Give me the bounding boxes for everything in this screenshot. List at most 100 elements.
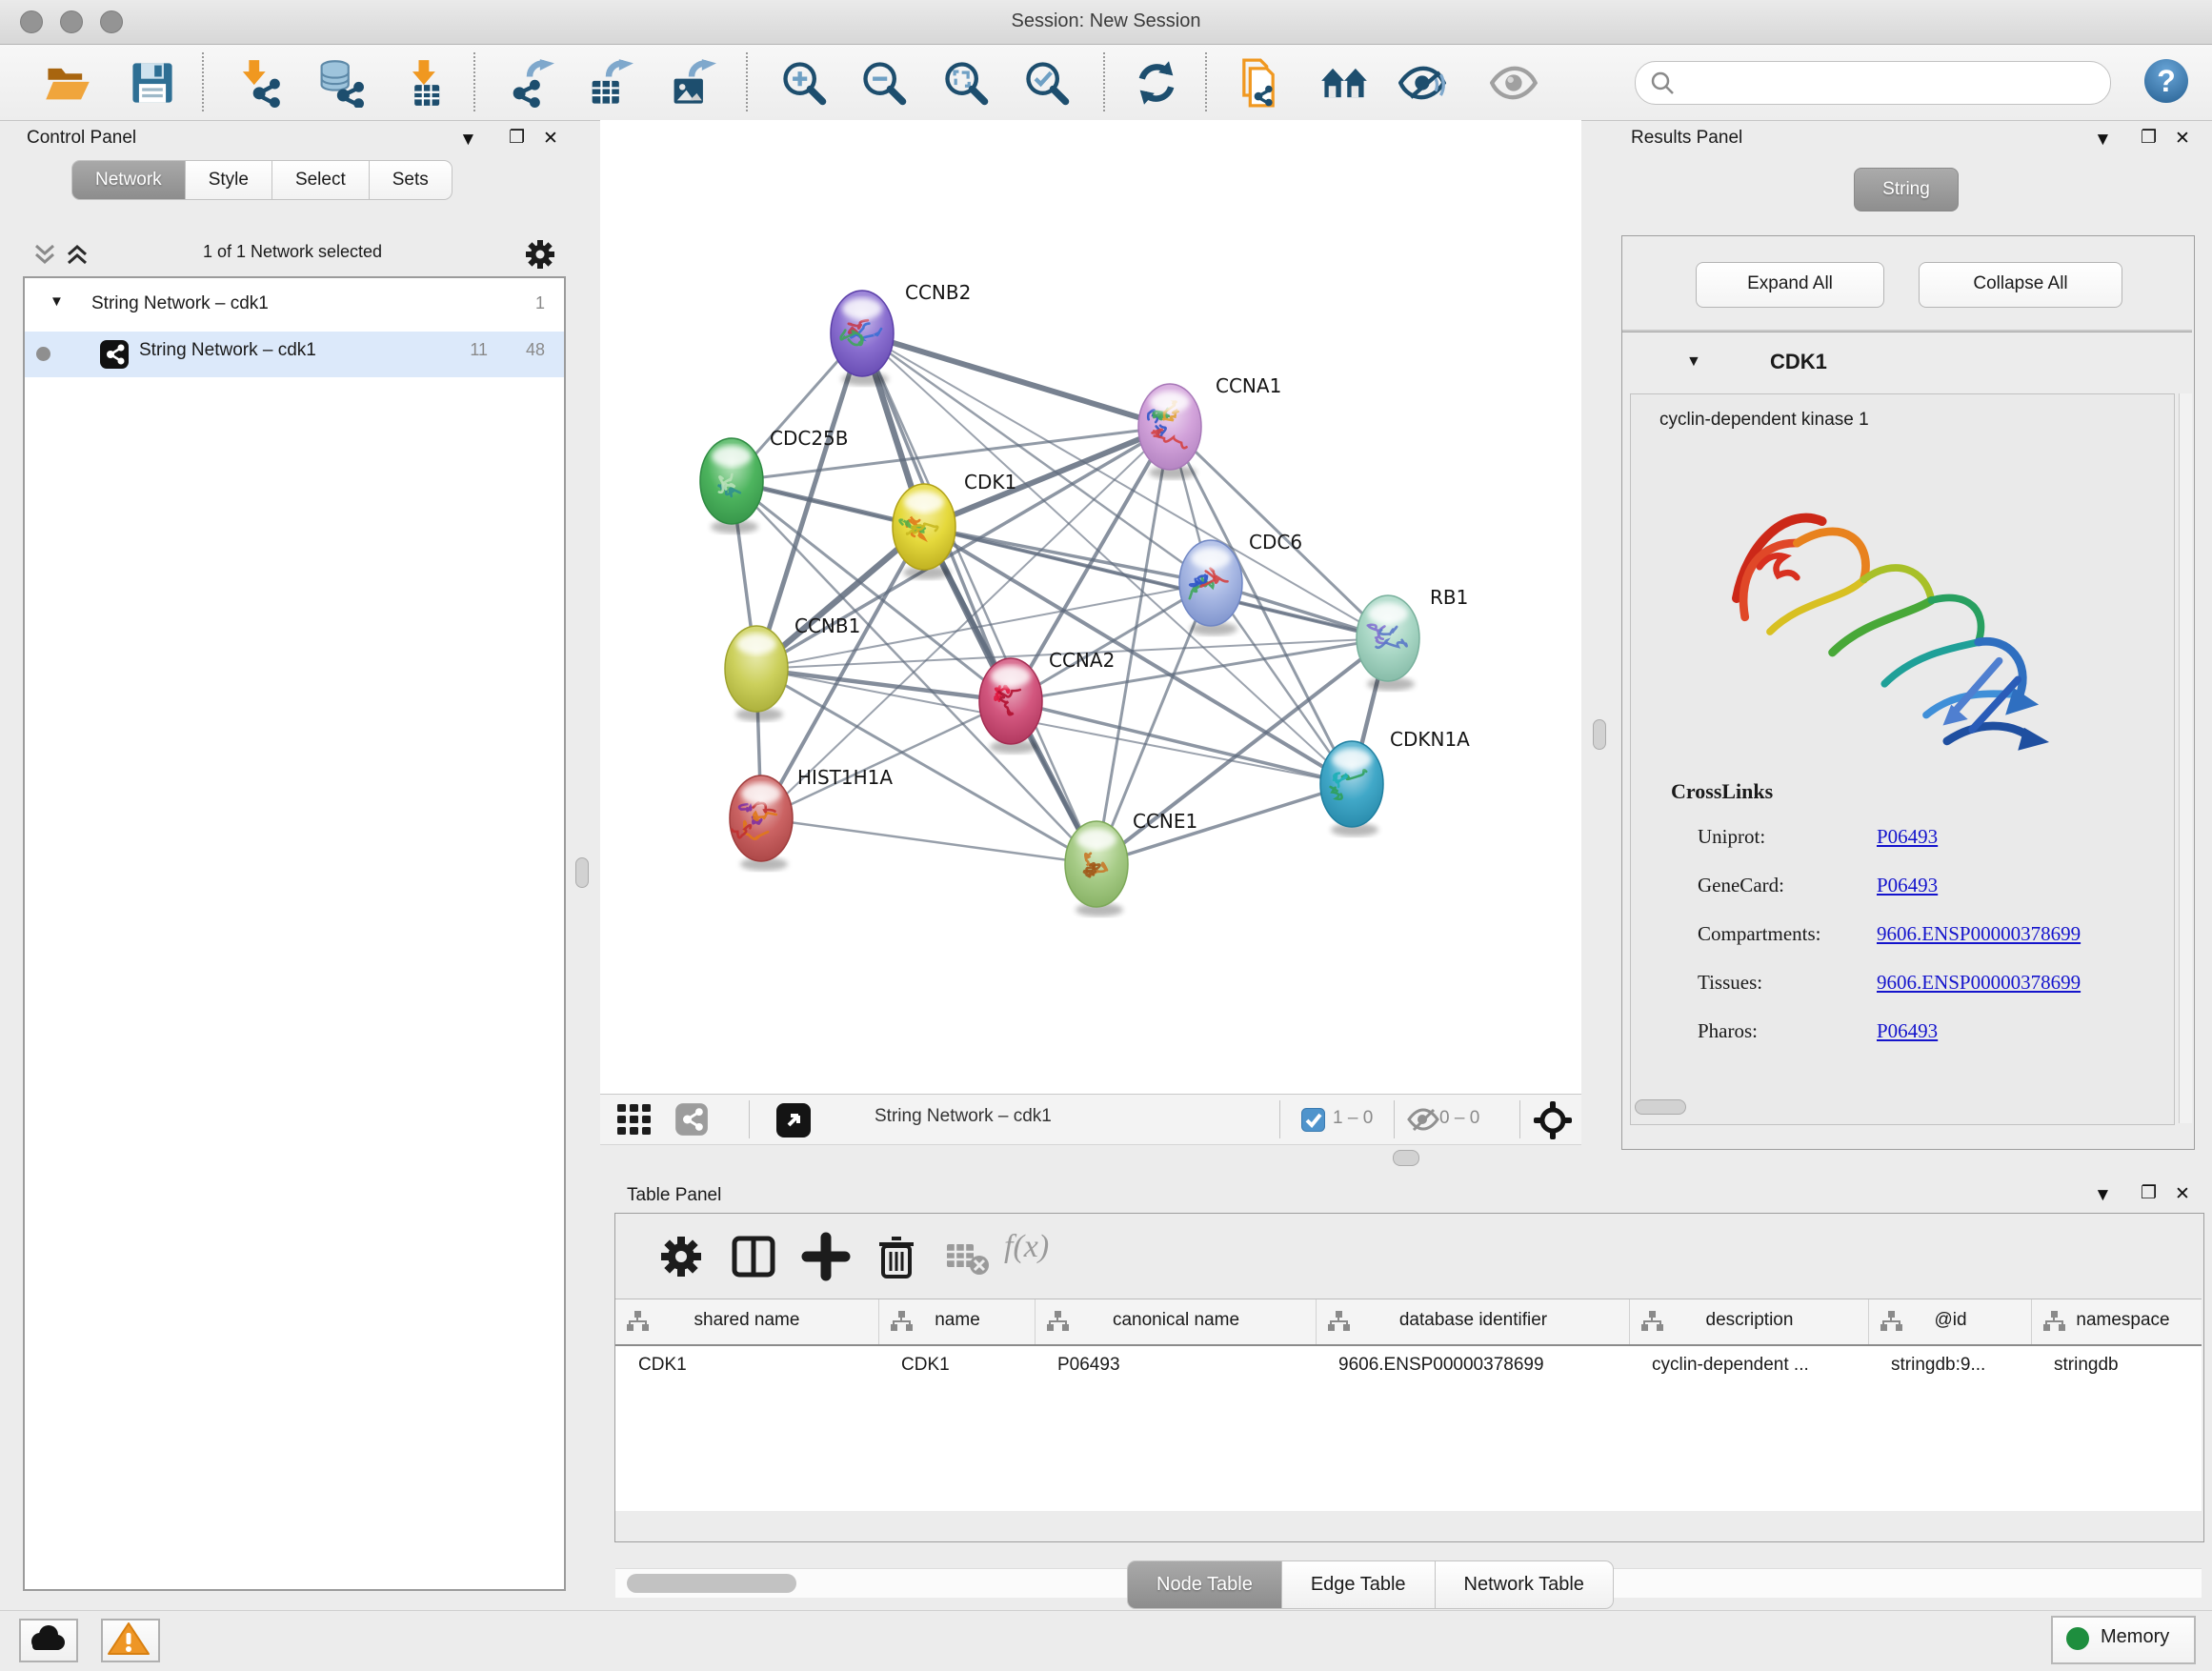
network-canvas[interactable]: CCNB2CCNA1CDC25BCDK1CDC6RB1CCNB1CCNA2CDK… [600,120,1581,1094]
grid-mode-icon[interactable] [617,1104,661,1135]
table-cell-canonical-name[interactable]: P06493 [1057,1355,1310,1376]
results-scrollbar-thumb[interactable] [1635,1099,1686,1115]
node-result-header[interactable]: ▼ CDK1 [1622,332,2192,393]
collection-expand-icon[interactable]: ▼ [50,293,64,310]
edge-CCNB2-CCNE1[interactable] [862,333,1096,864]
control-panel-float-icon[interactable]: ❐ [509,127,525,149]
column-header-@id[interactable]: @id [1868,1299,2032,1344]
table-panel-close-icon[interactable]: ✕ [2175,1183,2190,1205]
cloud-button[interactable] [19,1619,78,1662]
node-CDKN1A[interactable]: CDKN1A [1320,728,1470,836]
node-HIST1H1A[interactable]: HIST1H1A [730,766,893,871]
table-cell-namespace[interactable]: stringdb [2054,1355,2207,1376]
tab-edge-table[interactable]: Edge Table [1282,1560,1436,1609]
network-graph[interactable]: CCNB2CCNA1CDC25BCDK1CDC6RB1CCNB1CCNA2CDK… [600,120,1581,1094]
crosslink-link[interactable]: P06493 [1877,825,1938,849]
crosslink-link[interactable]: P06493 [1877,874,1938,897]
clone-network-icon[interactable] [1234,58,1283,108]
open-session-icon[interactable] [43,58,92,108]
column-header-database-identifier[interactable]: database identifier [1316,1299,1630,1344]
table-cell-database-identifier[interactable]: 9606.ENSP00000378699 [1338,1355,1623,1376]
column-header-description[interactable]: description [1629,1299,1869,1344]
export-network-icon[interactable] [505,58,554,108]
node-CDC25B[interactable]: CDC25B [700,427,849,534]
export-table-icon[interactable] [584,58,633,108]
right-splitter-handle[interactable] [1593,719,1606,750]
control-panel-close-icon[interactable]: ✕ [543,128,558,150]
column-header-shared-name[interactable]: shared name [615,1299,878,1344]
memory-button[interactable]: Memory [2051,1616,2196,1664]
tab-node-table[interactable]: Node Table [1127,1560,1282,1609]
edge-CCNB1-CCNA2[interactable] [756,669,1011,701]
tab-select[interactable]: Select [272,160,370,200]
tab-network[interactable]: Network [71,160,186,200]
edge-CCNB2-CCNA1[interactable] [862,333,1170,427]
node-CDC6[interactable]: CDC6 [1179,531,1302,635]
table-scrollbar-thumb[interactable] [627,1574,796,1593]
zoom-fit-icon[interactable] [941,58,991,108]
expand-all-button[interactable]: Expand All [1696,262,1884,308]
results-vertical-scrollbar[interactable] [2179,393,2192,1123]
results-panel-collapse-icon[interactable]: ▼ [2094,130,2112,151]
results-panel-close-icon[interactable]: ✕ [2175,128,2190,150]
column-header-name[interactable]: name [878,1299,1036,1344]
control-panel-collapse-icon[interactable]: ▼ [459,130,477,151]
fit-selected-crosshair-icon[interactable] [1534,1101,1572,1139]
network-view-mode-icon[interactable] [674,1102,709,1137]
node-CCNA2[interactable]: CCNA2 [979,649,1115,754]
table-panel-float-icon[interactable]: ❐ [2141,1182,2157,1204]
selected-checkbox-icon[interactable] [1301,1108,1325,1132]
table-cell-shared-name[interactable]: CDK1 [638,1355,873,1376]
tab-sets[interactable]: Sets [370,160,452,200]
node-CCNE1[interactable]: CCNE1 [1065,810,1197,916]
column-header-namespace[interactable]: namespace [2031,1299,2212,1344]
refresh-icon[interactable] [1132,58,1181,108]
add-column-icon[interactable] [800,1231,852,1282]
horizontal-splitter-handle[interactable] [1393,1150,1419,1166]
node-CCNA1[interactable]: CCNA1 [1138,374,1281,479]
tab-network-table[interactable]: Network Table [1436,1560,1614,1609]
collapse-all-button[interactable]: Collapse All [1919,262,2122,308]
crosslink-link[interactable]: P06493 [1877,1019,1938,1043]
import-network-file-icon[interactable] [232,58,282,108]
left-splitter-handle[interactable] [575,857,589,888]
import-table-file-icon[interactable] [400,58,450,108]
show-graphics-details-icon[interactable] [1398,58,1448,108]
column-header-canonical-name[interactable]: canonical name [1035,1299,1317,1344]
edge-CCNB2-RB1[interactable] [862,333,1388,638]
delete-table-icon[interactable] [941,1231,993,1282]
tab-string[interactable]: String [1854,168,1959,211]
edge-CCNA2-HIST1H1A[interactable] [761,701,1011,818]
table-cell-name[interactable]: CDK1 [901,1355,1029,1376]
table-cell-@id[interactable]: stringdb:9... [1891,1355,2025,1376]
table-cell-description[interactable]: cyclin-dependent ... [1652,1355,1862,1376]
crosslink-link[interactable]: 9606.ENSP00000378699 [1877,971,2081,995]
network-options-gear-icon[interactable] [524,238,556,271]
zoom-out-icon[interactable] [859,58,909,108]
zoom-selected-icon[interactable] [1022,58,1072,108]
import-network-database-icon[interactable] [314,58,364,108]
warning-button[interactable] [101,1619,160,1662]
results-panel-float-icon[interactable]: ❐ [2141,127,2157,149]
string-home-icon[interactable] [1319,58,1369,108]
export-image-icon[interactable] [667,58,716,108]
crosslink-link[interactable]: 9606.ENSP00000378699 [1877,922,2081,946]
network-row[interactable]: String Network – cdk1 11 48 [25,332,564,377]
edge-CCNA2-CDKN1A[interactable] [1011,701,1352,784]
birdseye-view-icon[interactable] [775,1102,812,1138]
table-panel-collapse-icon[interactable]: ▼ [2094,1185,2112,1206]
network-collection-row[interactable]: ▼ String Network – cdk1 1 [25,286,564,332]
search-input[interactable] [1685,66,2099,100]
edge-HIST1H1A-CCNE1[interactable] [761,818,1096,864]
function-builder-icon[interactable]: f(x) [1004,1229,1109,1265]
show-columns-icon[interactable] [728,1231,779,1282]
help-icon[interactable]: ? [2142,56,2191,106]
entry-collapse-icon[interactable]: ▼ [1686,353,1701,371]
save-session-icon[interactable] [128,58,177,108]
delete-column-trash-icon[interactable] [871,1231,922,1282]
node-RB1[interactable]: RB1 [1357,586,1468,691]
zoom-in-icon[interactable] [779,58,829,108]
hide-eye-icon[interactable] [1490,58,1539,108]
tab-style[interactable]: Style [186,160,272,200]
table-settings-gear-icon[interactable] [655,1231,707,1282]
